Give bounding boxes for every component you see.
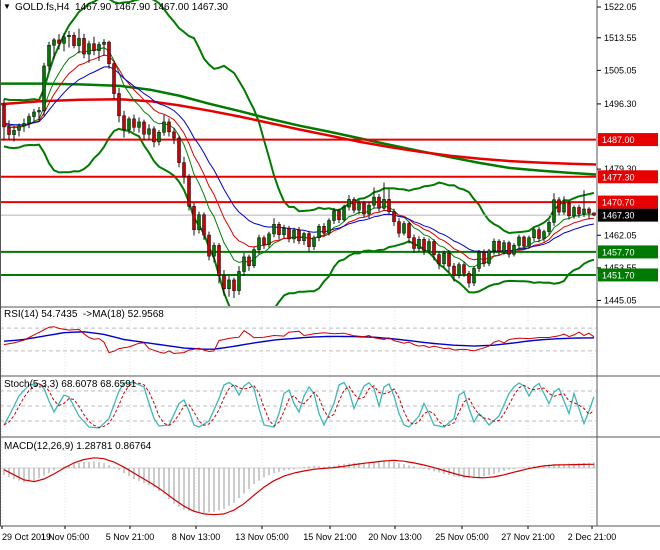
price-tick-label: 1462.05 xyxy=(604,230,637,240)
price-tick-label: 1522.05 xyxy=(604,2,637,12)
chart-window: 1522.05 1513.55 1505.05 1496.30 1479.30 1462.… xyxy=(0,0,660,550)
svg-text:1470.70: 1470.70 xyxy=(602,198,635,208)
time-tick-label: 8 Nov 13:00 xyxy=(172,532,221,542)
time-tick-label: 27 Nov 21:00 xyxy=(501,532,555,542)
price-badge: 1477.30 xyxy=(598,170,658,184)
price-tick-label: 1513.55 xyxy=(604,33,637,43)
price-tick-label: 1505.05 xyxy=(604,65,637,75)
chart-canvas: 1522.051513.551505.051496.301479.301462.… xyxy=(0,0,660,550)
price-tick-label: 1445.05 xyxy=(604,295,637,305)
price-tick-label: 1496.30 xyxy=(604,99,637,109)
svg-text:1451.70: 1451.70 xyxy=(602,270,635,280)
price-badge: 1467.30 xyxy=(598,208,658,222)
time-tick-label: 15 Nov 21:00 xyxy=(303,532,357,542)
price-badge: 1487.00 xyxy=(598,133,658,147)
svg-text:1457.70: 1457.70 xyxy=(602,247,635,257)
time-tick-label: 20 Nov 13:00 xyxy=(368,532,422,542)
time-tick-label: 5 Nov 21:00 xyxy=(106,532,155,542)
time-tick-label: 25 Nov 05:00 xyxy=(435,532,489,542)
symbol-dropdown-icon[interactable]: ▼ xyxy=(3,2,11,11)
price-badge: 1457.70 xyxy=(598,245,658,259)
time-tick-label: 2 Dec 21:00 xyxy=(568,532,617,542)
svg-text:1477.30: 1477.30 xyxy=(602,172,635,182)
svg-text:1487.00: 1487.00 xyxy=(602,135,635,145)
price-badge: 1451.70 xyxy=(598,268,658,282)
svg-text:1467.30: 1467.30 xyxy=(602,211,635,221)
time-tick-label: 13 Nov 05:00 xyxy=(235,532,289,542)
price-badge: 1470.70 xyxy=(598,195,658,209)
time-tick-label: 1 Nov 05:00 xyxy=(41,532,90,542)
